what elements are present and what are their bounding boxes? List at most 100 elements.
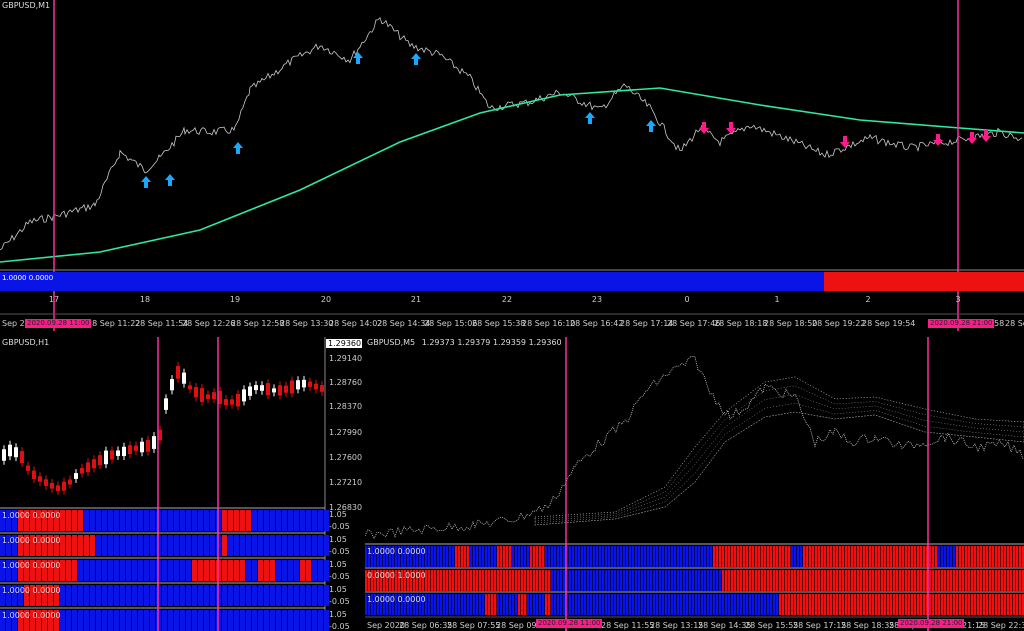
right-sub-bar: [1013, 546, 1016, 567]
right-sub-bar: [770, 594, 773, 615]
right-sub-bar: [707, 570, 710, 591]
right-sub-bar: [1010, 570, 1013, 591]
left-sub-bar: [120, 510, 125, 531]
right-sub-bar: [1016, 546, 1019, 567]
right-sub-bar: [962, 594, 965, 615]
left-sub-bar: [192, 610, 197, 631]
right-sub-bar: [908, 546, 911, 567]
right-sub-bar: [851, 546, 854, 567]
top-day-label: 19: [230, 295, 240, 304]
right-sub-bar: [776, 546, 779, 567]
left-sub-bar: [318, 510, 323, 531]
sell-arrow-icon: [933, 134, 943, 146]
right-sub-bar: [554, 546, 557, 567]
right-sub-bar: [632, 594, 635, 615]
right-sub-bar: [542, 546, 545, 567]
right-sub-bar: [482, 570, 485, 591]
right-sub-bar: [935, 570, 938, 591]
right-sub-bar: [845, 546, 848, 567]
top-time-label: 28 Sep 12:58: [231, 319, 284, 328]
left-sub-bar: [192, 510, 197, 531]
left-sub-scale-bottom: -0.05: [329, 547, 350, 556]
left-sub-bar: [120, 560, 125, 581]
left-candle: [32, 470, 36, 480]
left-chart-pane[interactable]: GBPUSD,H1 1.29360 1.29140 1.28760 1.28370 1.…: [0, 337, 362, 631]
right-sub-bar: [626, 546, 629, 567]
right-sub-bar: [638, 546, 641, 567]
right-sub-bar: [548, 570, 551, 591]
right-sub-bar: [878, 546, 881, 567]
right-sub-bar: [962, 570, 965, 591]
left-sub-bar: [186, 535, 191, 556]
left-sub-bar: [174, 535, 179, 556]
left-candle: [212, 392, 216, 399]
right-sub-bar: [737, 594, 740, 615]
left-sub-bar: [132, 585, 137, 606]
right-sub-bar: [620, 546, 623, 567]
left-candle: [296, 380, 300, 390]
right-sub-bar: [950, 570, 953, 591]
right-sub-bar: [776, 594, 779, 615]
right-sub-bar: [545, 546, 548, 567]
left-sub-bar: [174, 585, 179, 606]
right-sub-bar: [971, 594, 974, 615]
right-sub-bar: [872, 546, 875, 567]
right-sub-bar: [941, 546, 944, 567]
top-time-label: 28 Sep 16:42: [570, 319, 623, 328]
right-sub-bar: [650, 546, 653, 567]
right-sub-bar: [680, 570, 683, 591]
left-price-label: 1.29140: [329, 354, 362, 363]
left-sub-bar: [252, 585, 257, 606]
right-sub-bar: [803, 570, 806, 591]
right-sub-bar: [596, 594, 599, 615]
top-chart-pane[interactable]: GBPUSD,M1 17 18 19 20 21 22 23 0 1 2 3 Sep 202 28 Se…: [0, 0, 1024, 331]
right-sub-bar: [749, 546, 752, 567]
left-candle: [260, 385, 264, 391]
right-sub-bar: [551, 546, 554, 567]
left-sub-scale-top: 1.05: [329, 560, 347, 569]
right-sub-bar: [509, 546, 512, 567]
right-sub-bar: [983, 546, 986, 567]
right-sub-bar: [719, 570, 722, 591]
right-sub-bar: [524, 546, 527, 567]
left-sub-bar: [234, 535, 239, 556]
right-sub-bar: [674, 546, 677, 567]
right-sub-bar: [848, 546, 851, 567]
right-sub-bar: [527, 594, 530, 615]
left-sub-bar: [90, 610, 95, 631]
left-sub-bar: [312, 585, 317, 606]
left-sub-bar: [270, 585, 275, 606]
right-sub-bar: [506, 594, 509, 615]
right-sub-bar: [605, 570, 608, 591]
right-sub-bar: [449, 570, 452, 591]
right-sub-bar: [737, 570, 740, 591]
right-sub-bar: [560, 570, 563, 591]
left-sub-bar: [84, 535, 89, 556]
right-sub-bar: [743, 546, 746, 567]
left-sub-bar: [114, 560, 119, 581]
right-sub-bar: [629, 546, 632, 567]
right-sub-bar: [1004, 546, 1007, 567]
right-sub-bar: [791, 546, 794, 567]
right-sub-bar: [893, 594, 896, 615]
right-chart-pane[interactable]: GBPUSD,M5 1.29373 1.29379 1.29359 1.2936…: [365, 337, 1024, 631]
right-sub-bar: [440, 594, 443, 615]
left-sub-bar: [144, 585, 149, 606]
right-sub-bar: [632, 546, 635, 567]
right-sub-bar: [890, 594, 893, 615]
right-sub-bar: [1013, 570, 1016, 591]
right-sub-bar: [497, 594, 500, 615]
left-sub-bar: [204, 610, 209, 631]
right-sub-bar: [773, 594, 776, 615]
top-price-line: [0, 16, 1023, 251]
right-sub-bar: [932, 594, 935, 615]
left-candle: [266, 383, 270, 396]
right-sub-bar: [611, 570, 614, 591]
left-candle: [290, 380, 294, 394]
right-sub-bar: [788, 546, 791, 567]
left-sub-bar: [132, 510, 137, 531]
left-sub-bar: [228, 610, 233, 631]
left-sub-bar: [174, 510, 179, 531]
right-time-label: 28 Sep 14:35: [698, 621, 751, 630]
right-sub-bar: [977, 546, 980, 567]
